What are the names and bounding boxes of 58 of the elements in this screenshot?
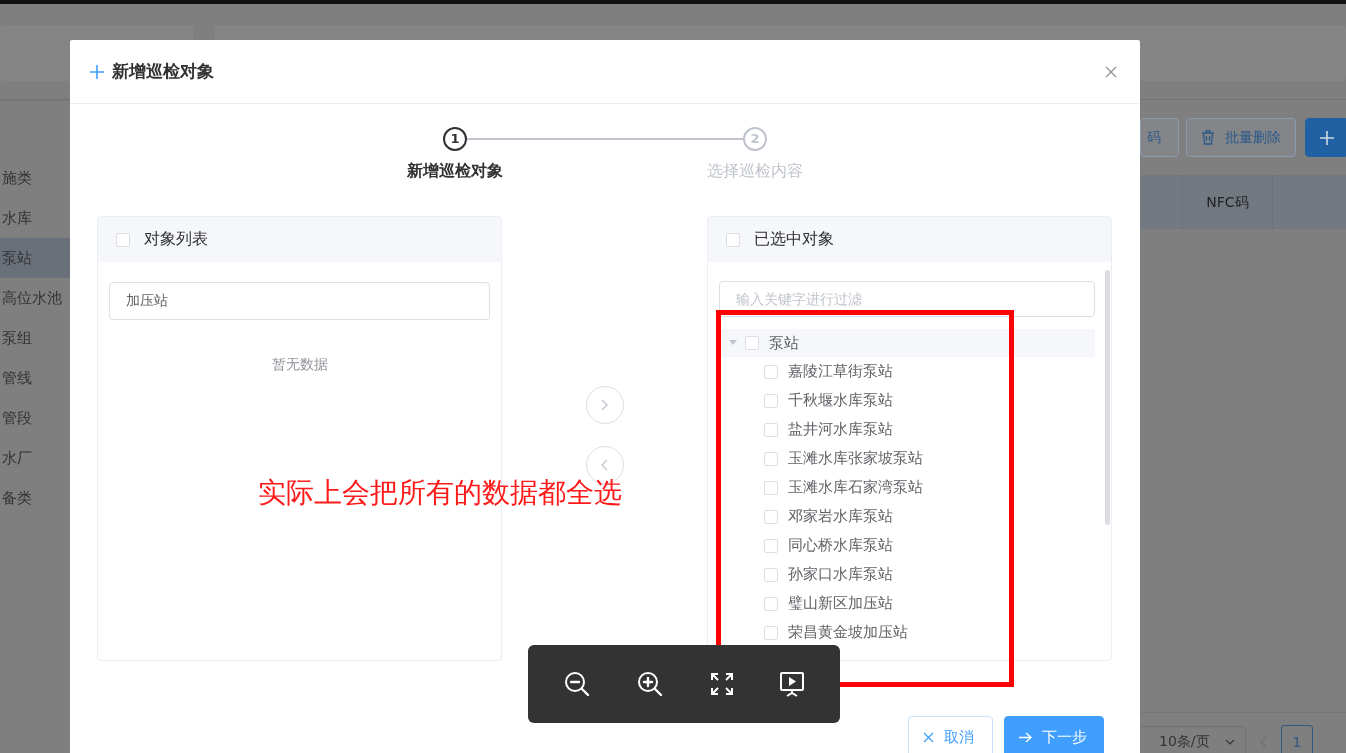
arrow-right-icon (1019, 731, 1032, 743)
chevron-right-icon (601, 399, 608, 411)
chevron-down-icon (1225, 739, 1235, 745)
scrollbar[interactable] (1105, 270, 1110, 525)
step-number: 2 (743, 127, 767, 151)
plus-icon (1320, 130, 1334, 145)
slideshow-icon[interactable] (779, 671, 806, 697)
tree-label: 泵站 (769, 333, 799, 353)
tree-label: 玉滩水库张家坡泵站 (788, 449, 923, 468)
checkbox[interactable] (764, 480, 778, 495)
zoom-out-icon[interactable] (562, 670, 591, 698)
caret-icon[interactable] (729, 340, 737, 346)
batch-delete-button[interactable]: 批量删除 (1186, 118, 1296, 157)
checkbox[interactable] (116, 232, 130, 247)
close-icon[interactable] (1105, 65, 1117, 78)
page-number[interactable]: 1 (1281, 725, 1313, 753)
checkbox[interactable] (764, 596, 778, 611)
close-icon (923, 731, 934, 743)
step-label: 新增巡检对象 (407, 161, 503, 182)
step-number: 1 (443, 127, 467, 151)
tree-node[interactable]: 泵站 (719, 329, 1095, 357)
code-button[interactable]: 码 (1140, 118, 1179, 157)
tree-label: 玉滩水库石家湾泵站 (788, 478, 923, 497)
checkbox[interactable] (764, 364, 778, 379)
add-button[interactable] (1305, 118, 1346, 157)
filter-field[interactable]: 加压站 (109, 282, 490, 320)
checkbox[interactable] (764, 509, 778, 524)
empty-text: 暂无数据 (270, 356, 329, 374)
zoom-in-icon[interactable] (636, 670, 665, 698)
column-header: NFC码 (1182, 175, 1273, 229)
tree-label: 荣昌黄金坡加压站 (788, 623, 908, 642)
tree-label: 邓家岩水库泵站 (788, 507, 893, 526)
tree-label: 璧山新区加压站 (788, 594, 893, 613)
panel-title: 对象列表 (144, 229, 208, 250)
plus-icon (90, 64, 104, 79)
filter-field[interactable]: 输入关键字进行过滤 (719, 281, 1095, 317)
tree-label: 千秋堰水库泵站 (788, 391, 893, 410)
tree-label: 同心桥水库泵站 (788, 536, 893, 555)
checkbox[interactable] (764, 567, 778, 582)
checkbox[interactable] (764, 538, 778, 553)
checkbox[interactable] (764, 451, 778, 466)
annotation-text: 实际上会把所有的数据都全选 (258, 476, 622, 510)
tree-label: 嘉陵江草街泵站 (788, 362, 893, 381)
checkbox[interactable] (764, 625, 778, 640)
step-label: 选择巡检内容 (707, 161, 803, 182)
checkbox[interactable] (726, 232, 740, 247)
chevron-left-icon (601, 459, 608, 471)
panel-title: 已选中对象 (754, 229, 834, 250)
checkbox[interactable] (764, 422, 778, 437)
checkbox[interactable] (745, 336, 759, 350)
checkbox[interactable] (764, 393, 778, 408)
cancel-button[interactable]: 取消 (908, 716, 993, 753)
fullscreen-icon[interactable] (709, 672, 734, 696)
dialog-title: 新增巡检对象 (112, 60, 215, 83)
tree-label: 盐井河水库泵站 (788, 420, 893, 439)
tree-label: 孙家口水库泵站 (788, 565, 893, 584)
trash-icon (1201, 130, 1215, 145)
next-button[interactable]: 下一步 (1004, 716, 1104, 753)
